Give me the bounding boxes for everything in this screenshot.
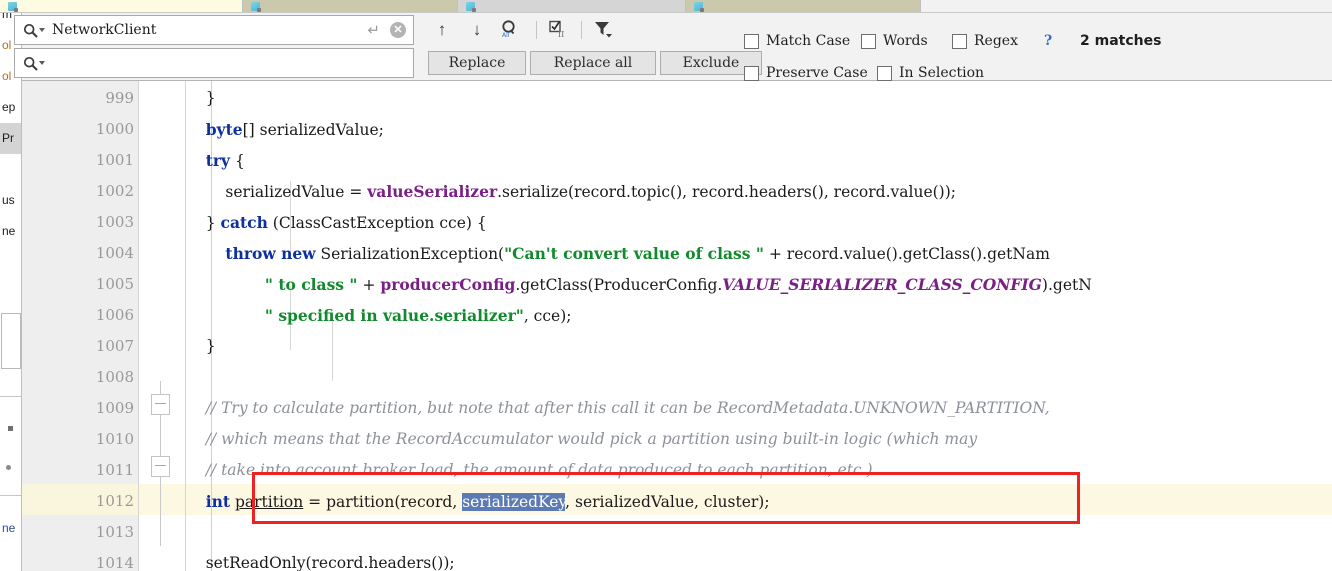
line-number: 1005	[95, 275, 134, 293]
clear-icon[interactable]: ✕	[390, 22, 406, 38]
multiline-toggle-icon[interactable]: II	[547, 18, 569, 40]
line-number: 999	[105, 89, 134, 107]
find-replace-panel: NetworkClient ↵ ✕ ↑ ↓ All II Replace Rep…	[14, 13, 1332, 81]
line-number: 1011	[95, 461, 134, 479]
annotation-rectangle	[252, 472, 1080, 524]
java-file-icon	[466, 2, 476, 12]
code-line[interactable]: }	[186, 83, 1332, 114]
code-line[interactable]: }	[186, 331, 1332, 362]
checkbox-box[interactable]	[744, 33, 759, 49]
code-line[interactable]: serializedValue = valueSerializer.serial…	[186, 176, 1332, 207]
code-line[interactable]: } catch (ClassCastException cce) {	[186, 207, 1332, 238]
select-all-occurrences-icon[interactable]: All	[498, 18, 520, 40]
line-number-current: 1012	[95, 492, 134, 510]
checkbox-box[interactable]	[744, 65, 759, 81]
editor-tab-2[interactable]	[458, 0, 686, 12]
code-editor[interactable]: 999 1000 1001 1002 1003 1004 1005 1006 1…	[22, 81, 1332, 571]
search-icon[interactable]	[23, 56, 45, 71]
line-number: 1009	[95, 399, 134, 417]
editor-tab-3[interactable]	[686, 0, 921, 12]
structure-panel-sliver[interactable]: m ol ol ep Pr us ne ne	[0, 13, 22, 571]
line-number: 1014	[95, 554, 134, 571]
checkbox-box[interactable]	[877, 65, 892, 81]
replace-all-button-label: Replace all	[553, 55, 633, 71]
line-number: 1001	[95, 151, 134, 169]
editor-tab-strip	[0, 0, 1332, 13]
code-line[interactable]: " specified in value.serializer", cce);	[186, 300, 1332, 331]
search-field[interactable]: NetworkClient ↵ ✕	[14, 15, 414, 45]
code-line[interactable]: // Try to calculate partition, but note …	[186, 393, 1332, 424]
checkbox-box[interactable]	[952, 33, 967, 49]
find-previous-icon[interactable]: ↑	[431, 19, 453, 41]
match-count-label: 2 matches	[1080, 33, 1162, 49]
filter-icon[interactable]	[592, 18, 614, 40]
replace-all-button[interactable]: Replace all	[530, 51, 656, 75]
line-number: 1002	[95, 182, 134, 200]
java-file-icon	[251, 2, 261, 12]
preserve-case-checkbox[interactable]: Preserve Case	[744, 65, 868, 81]
idea-editor-window: m ol ol ep Pr us ne ne NetworkClient ↵ ✕	[0, 0, 1332, 571]
regex-help-link[interactable]: ?	[1044, 33, 1052, 49]
preserve-case-label: Preserve Case	[766, 65, 868, 81]
regex-checkbox[interactable]: Regex	[952, 33, 1018, 49]
line-number: 1000	[95, 120, 134, 138]
structure-item[interactable]: us	[0, 185, 21, 216]
code-line[interactable]: setReadOnly(record.headers());	[186, 548, 1332, 571]
code-line[interactable]: byte[] serializedValue;	[186, 114, 1332, 145]
line-number: 1013	[95, 523, 134, 541]
structure-item[interactable]: ne	[0, 513, 21, 544]
svg-text:All: All	[502, 32, 510, 39]
in-selection-checkbox[interactable]: In Selection	[877, 65, 984, 81]
structure-subpanel	[1, 313, 21, 369]
code-line[interactable]: throw new SerializationException("Can't …	[186, 238, 1332, 269]
checkbox-box[interactable]	[861, 33, 876, 49]
line-number: 1008	[95, 368, 134, 386]
java-file-icon	[694, 2, 704, 12]
code-line[interactable]	[186, 362, 1332, 393]
fold-marker-icon[interactable]	[151, 456, 170, 477]
replace-button-label: Replace	[448, 55, 506, 71]
match-case-label: Match Case	[766, 33, 851, 49]
editor-tab-1[interactable]	[243, 0, 458, 12]
structure-item[interactable]: ne	[0, 216, 21, 247]
search-icon[interactable]	[23, 23, 45, 38]
structure-item[interactable]: ep	[0, 92, 21, 123]
words-checkbox[interactable]: Words	[861, 33, 928, 49]
line-number: 1004	[95, 244, 134, 262]
line-number: 1006	[95, 306, 134, 324]
fold-marker-icon[interactable]	[151, 394, 170, 415]
code-line[interactable]: // which means that the RecordAccumulato…	[186, 424, 1332, 455]
regex-label: Regex	[974, 33, 1018, 49]
editor-tab-0[interactable]	[0, 0, 243, 12]
java-file-icon	[8, 2, 18, 12]
line-number: 1003	[95, 213, 134, 231]
line-number: 1010	[95, 430, 134, 448]
find-next-icon[interactable]: ↓	[466, 19, 488, 41]
chevron-down-icon[interactable]	[39, 61, 45, 65]
code-line[interactable]: " to class " + producerConfig.getClass(P…	[186, 269, 1332, 300]
structure-marker-icon	[8, 426, 13, 431]
replace-button[interactable]: Replace	[428, 51, 526, 75]
search-input-value[interactable]: NetworkClient	[52, 22, 367, 38]
svg-text:II: II	[558, 30, 564, 39]
structure-marker-icon	[6, 465, 11, 470]
chevron-down-icon[interactable]	[39, 28, 45, 32]
exclude-button-label: Exclude	[682, 55, 740, 71]
replace-field[interactable]	[14, 48, 414, 78]
enter-icon[interactable]: ↵	[367, 21, 380, 39]
code-line[interactable]: try {	[186, 145, 1332, 176]
line-number: 1007	[95, 337, 134, 355]
in-selection-label: In Selection	[899, 65, 985, 81]
words-label: Words	[883, 33, 928, 49]
structure-item-selected[interactable]: Pr	[0, 123, 21, 154]
match-case-checkbox[interactable]: Match Case	[744, 33, 850, 49]
